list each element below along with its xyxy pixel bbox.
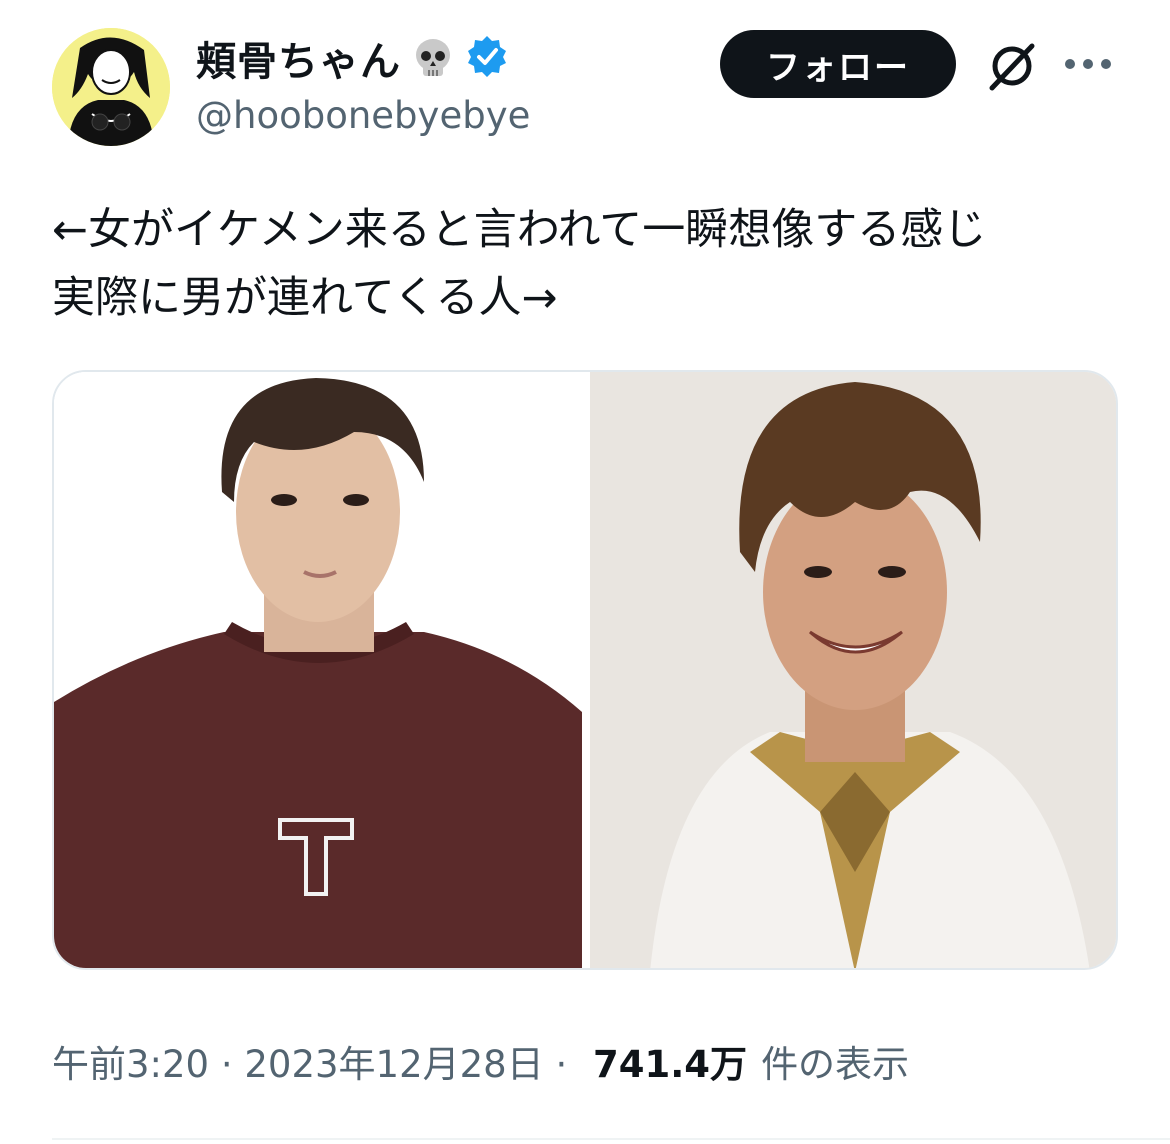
tweet-meta: 午前3:20 · 2023年12月28日 · 741.4万 件の表示 (52, 1034, 909, 1088)
tweet-media[interactable] (52, 370, 1118, 970)
photo-right-image (590, 372, 1116, 968)
views-label[interactable]: 件の表示 (761, 1034, 909, 1088)
photo-left[interactable] (54, 372, 582, 968)
more-icon[interactable] (1062, 52, 1114, 76)
divider (52, 1138, 1170, 1140)
verified-badge-icon (465, 34, 509, 82)
tweet-text: ←女がイケメン来ると言われて一瞬想像する感じ 実際に男が連れてくる人→ (52, 205, 987, 323)
display-name[interactable]: 頬骨ちゃん (196, 29, 401, 87)
skull-icon (411, 36, 455, 80)
meta-separator: · (209, 1043, 245, 1086)
tweet-date[interactable]: 2023年12月28日 (244, 1034, 543, 1088)
author-name-row[interactable]: 頬骨ちゃん (196, 30, 509, 86)
avatar-illustration (52, 28, 170, 146)
meta-separator: · (543, 1043, 580, 1086)
photo-right[interactable] (590, 372, 1116, 968)
avatar[interactable] (52, 28, 170, 146)
photo-left-image (54, 372, 582, 968)
grok-icon[interactable] (984, 38, 1040, 94)
follow-button[interactable]: フォロー (720, 30, 956, 98)
author-handle[interactable]: @hoobonebyebye (196, 94, 530, 137)
tweet-time[interactable]: 午前3:20 (52, 1034, 209, 1088)
views-count[interactable]: 741.4万 (593, 1034, 747, 1088)
